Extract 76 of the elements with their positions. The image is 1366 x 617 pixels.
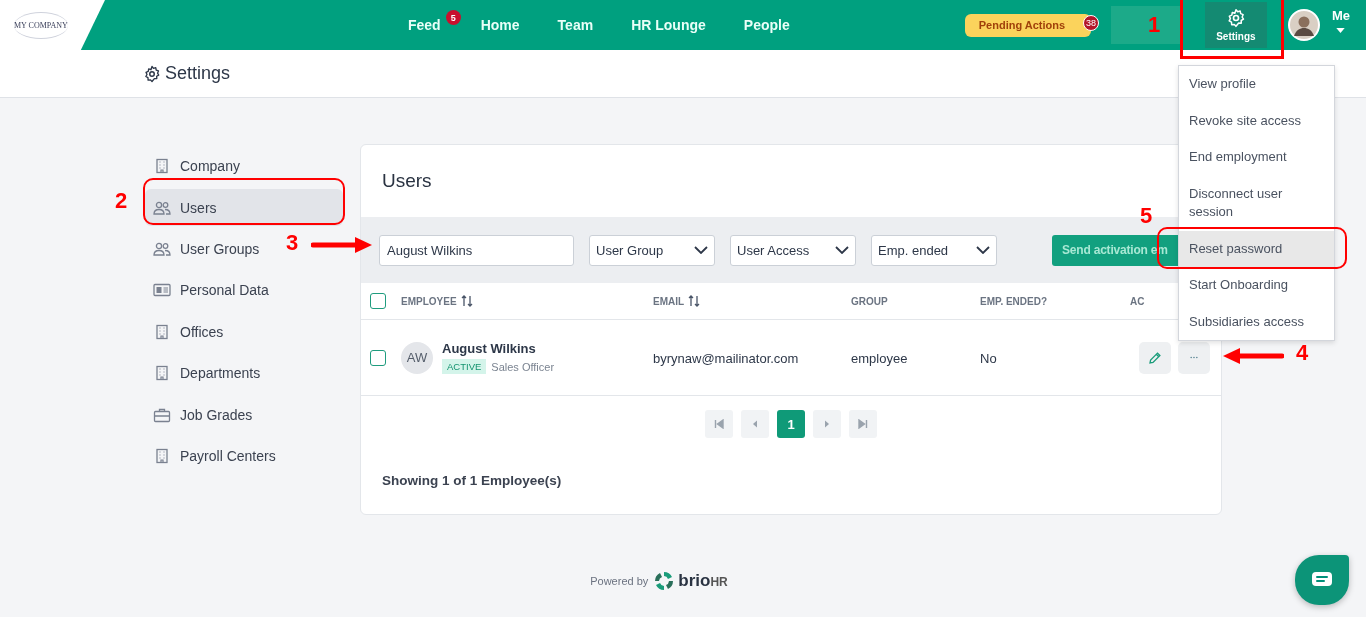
step-number: 4 xyxy=(1296,340,1309,366)
filter-dropdown[interactable]: Emp. ended xyxy=(871,234,997,266)
first-page-button[interactable] xyxy=(705,410,733,438)
company-logo[interactable]: MY COMPANY xyxy=(14,11,68,39)
sidebar-item[interactable]: Payroll Centers xyxy=(145,437,284,475)
step-number: 3 xyxy=(286,230,299,256)
menu-item[interactable]: Reset password xyxy=(1179,230,1334,267)
step-number: 2 xyxy=(115,188,128,214)
building-icon xyxy=(153,365,171,382)
pencil-icon xyxy=(1148,350,1162,365)
page-title: Settings xyxy=(165,63,231,84)
building-icon xyxy=(153,323,171,340)
avatar-initials: AW xyxy=(401,341,433,374)
card-title: Users xyxy=(382,170,432,192)
menu-item[interactable]: End employment xyxy=(1179,139,1334,176)
table-cell: employee xyxy=(851,350,908,366)
first-page-icon xyxy=(714,419,724,429)
brand-logo-icon xyxy=(654,571,675,591)
caret-icon xyxy=(1336,27,1346,33)
brand-name: brioHR xyxy=(678,571,728,591)
arrow xyxy=(311,235,373,255)
step-number: 5 xyxy=(1140,203,1153,229)
sidebar-item[interactable]: Users xyxy=(145,189,343,226)
chevron-icon xyxy=(976,246,990,254)
settings-icon xyxy=(143,64,161,83)
arrow xyxy=(1222,346,1284,366)
menu-item[interactable]: Disconnect user session xyxy=(1179,175,1334,231)
row-checkbox[interactable] xyxy=(370,349,386,366)
sort-icon[interactable] xyxy=(460,295,473,307)
menu-item[interactable]: Revoke site access xyxy=(1179,102,1334,139)
sidebar-item[interactable]: Offices xyxy=(145,313,232,350)
select-all-checkbox[interactable] xyxy=(370,293,386,309)
sort-icon[interactable] xyxy=(688,295,701,307)
edit-button[interactable] xyxy=(1139,341,1171,374)
settings-icon xyxy=(1225,8,1246,28)
sidebar-item[interactable]: Company xyxy=(145,148,248,185)
column-header: EMP. ENDED? xyxy=(980,295,1048,307)
more-icon xyxy=(1189,356,1199,359)
notification-badge: 5 xyxy=(445,10,461,25)
status-badge: ACTIVE xyxy=(442,359,487,374)
avatar-icon[interactable] xyxy=(1287,9,1320,41)
menu-item[interactable]: Subsidiaries access xyxy=(1179,303,1334,340)
employee-name[interactable]: August Wilkins xyxy=(442,341,555,356)
page-button[interactable]: 1 xyxy=(777,410,805,438)
results-summary: Showing 1 of 1 Employee(s) xyxy=(382,473,563,488)
chevron-icon xyxy=(835,246,849,254)
filter-dropdown[interactable]: User Group xyxy=(589,234,715,266)
users-icon xyxy=(153,240,171,257)
column-header: GROUP xyxy=(851,295,888,307)
building-icon xyxy=(153,447,171,464)
job-title: Sales Officer xyxy=(491,360,555,373)
search-field[interactable]: August Wilkins xyxy=(379,234,574,266)
table-cell: No xyxy=(980,350,997,366)
column-header: EMPLOYEE xyxy=(401,295,457,307)
sidebar-item[interactable]: User Groups xyxy=(145,230,268,268)
sidebar-item[interactable]: Personal Data xyxy=(145,272,277,309)
table-cell: byrynaw@mailinator.com xyxy=(653,350,799,366)
step-number: 1 xyxy=(1148,12,1161,38)
last-page-button[interactable] xyxy=(849,410,877,438)
chat-icon xyxy=(1311,571,1333,589)
filter-dropdown[interactable]: User Access xyxy=(730,234,856,266)
users-icon xyxy=(153,199,171,216)
settings-button[interactable]: Settings xyxy=(1204,2,1267,48)
chat-button[interactable] xyxy=(1295,555,1349,605)
building-icon xyxy=(153,158,171,175)
sidebar-item[interactable]: Job Grades xyxy=(145,396,261,433)
column-header: AC xyxy=(1130,295,1145,307)
last-page-icon xyxy=(858,419,868,429)
menu-item[interactable]: View profile xyxy=(1179,66,1334,103)
column-header: EMAIL xyxy=(653,295,685,307)
sidebar-item[interactable]: Departments xyxy=(145,354,269,392)
powered-by-text: Powered by xyxy=(590,575,649,587)
menu-item[interactable]: Start Onboarding xyxy=(1179,267,1334,304)
briefcase-icon xyxy=(153,406,171,423)
id-card-icon xyxy=(153,282,171,299)
chevron-icon xyxy=(694,246,708,254)
